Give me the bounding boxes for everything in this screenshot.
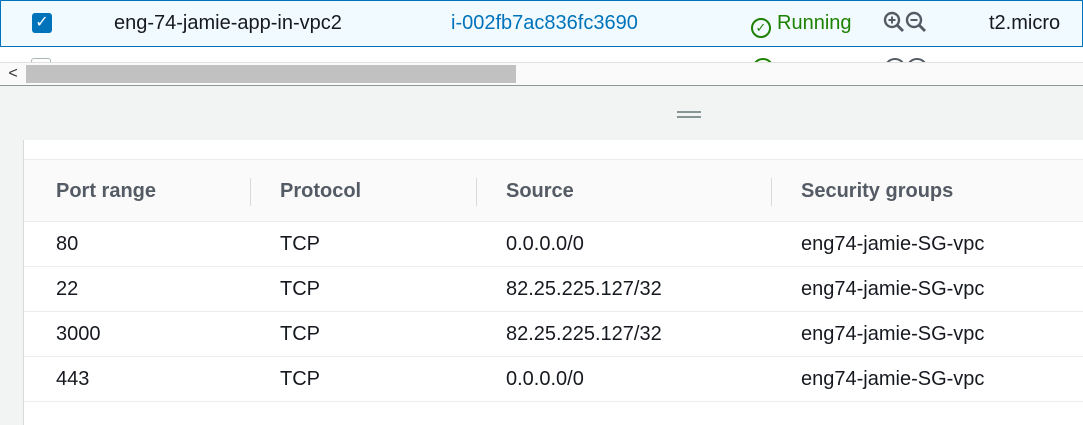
status-check-zoom bbox=[883, 1, 927, 46]
instance-type: t2.micro bbox=[989, 12, 1061, 34]
table-row: 3000 TCP 82.25.225.127/32 eng74-jamie-SG… bbox=[24, 312, 1083, 357]
rules-table-header: Port range Protocol Source Security grou… bbox=[24, 159, 1083, 222]
source-cell: 82.25.225.127/32 bbox=[506, 323, 662, 345]
instance-row-selected[interactable]: ✓ eng-74-jamie-app-in-vpc2 i-002fb7ac836… bbox=[0, 0, 1083, 47]
table-row: 22 TCP 82.25.225.127/32 eng74-jamie-SG-v… bbox=[24, 267, 1083, 312]
details-panel: Port range Protocol Source Security grou… bbox=[23, 140, 1083, 425]
port-range-cell: 80 bbox=[56, 233, 79, 255]
status-label: Running bbox=[777, 12, 852, 34]
source-cell: 82.25.225.127/32 bbox=[506, 278, 662, 300]
column-divider[interactable] bbox=[476, 178, 477, 206]
scroll-left-arrow[interactable]: < bbox=[0, 63, 26, 85]
port-range-cell: 443 bbox=[56, 368, 90, 390]
table-row: 80 TCP 0.0.0.0/0 eng74-jamie-SG-vpc bbox=[24, 222, 1083, 267]
security-group-cell: eng74-jamie-SG-vpc bbox=[801, 278, 985, 300]
protocol-cell: TCP bbox=[280, 368, 320, 390]
instance-id-link[interactable]: i-002fb7ac836fc3690 bbox=[451, 1, 638, 46]
port-range-cell: 3000 bbox=[56, 323, 101, 345]
port-range-cell: 22 bbox=[56, 278, 79, 300]
security-group-cell: eng74-jamie-SG-vpc bbox=[801, 233, 985, 255]
instance-name: eng-74-jamie-app-in-vpc2 bbox=[114, 12, 342, 34]
split-pane-handle[interactable] bbox=[677, 111, 701, 121]
zoom-in-icon[interactable] bbox=[883, 11, 905, 33]
column-header-port-range[interactable]: Port range bbox=[56, 160, 156, 222]
table-row: 443 TCP 0.0.0.0/0 eng74-jamie-SG-vpc bbox=[24, 357, 1083, 402]
horizontal-scrollbar[interactable]: < bbox=[0, 62, 1083, 86]
scroll-thumb[interactable] bbox=[26, 65, 516, 83]
column-header-source[interactable]: Source bbox=[506, 160, 574, 222]
security-group-cell: eng74-jamie-SG-vpc bbox=[801, 368, 985, 390]
column-divider[interactable] bbox=[250, 178, 251, 206]
column-header-security-groups[interactable]: Security groups bbox=[801, 160, 953, 222]
protocol-cell: TCP bbox=[280, 323, 320, 345]
protocol-cell: TCP bbox=[280, 233, 320, 255]
source-cell: 0.0.0.0/0 bbox=[506, 368, 584, 390]
instance-row-partial[interactable] bbox=[0, 47, 1083, 62]
security-group-cell: eng74-jamie-SG-vpc bbox=[801, 323, 985, 345]
protocol-cell: TCP bbox=[280, 278, 320, 300]
source-cell: 0.0.0.0/0 bbox=[506, 233, 584, 255]
zoom-out-icon[interactable] bbox=[905, 11, 927, 33]
check-circle-icon: ✓ bbox=[751, 18, 771, 38]
instance-status: ✓ Running bbox=[751, 1, 852, 46]
column-header-protocol[interactable]: Protocol bbox=[280, 160, 361, 222]
row-checkbox[interactable]: ✓ bbox=[32, 13, 52, 33]
column-divider[interactable] bbox=[771, 178, 772, 206]
